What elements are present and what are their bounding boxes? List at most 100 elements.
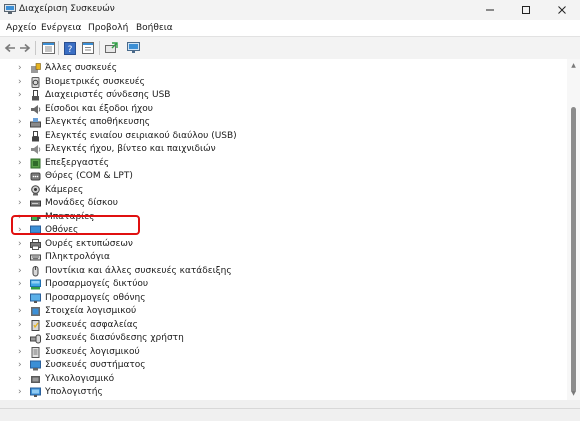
tree-item-label: Πληκτρολόγια (45, 252, 110, 262)
back-button[interactable] (2, 40, 18, 56)
software-component-icon (30, 306, 41, 317)
menu-file[interactable]: Αρχείο (6, 23, 37, 33)
tree-item[interactable]: › Ελεγκτές ενιαίου σειριακού διαύλου (USB… (0, 130, 560, 143)
chevron-right-icon[interactable]: › (18, 76, 26, 89)
scrollbar-thumb[interactable] (571, 107, 576, 393)
monitor-scan-icon (126, 42, 140, 53)
tree-item-label: Υπολογιστής (45, 387, 103, 397)
menu-action[interactable]: Ενέργεια (41, 23, 81, 33)
tree-item-label: Ελεγκτές αποθήκευσης (45, 117, 151, 127)
chevron-right-icon[interactable]: › (18, 197, 26, 210)
tree-item[interactable]: › Συσκευές διασύνδεσης χρήστη (0, 332, 560, 345)
minimize-button[interactable] (472, 0, 508, 20)
chevron-right-icon[interactable]: › (18, 170, 26, 183)
toolbar-separator (35, 41, 36, 55)
maximize-button[interactable] (508, 0, 544, 20)
status-bar (0, 408, 580, 421)
network-adapter-icon (30, 279, 41, 290)
scroll-up-icon[interactable]: ▲ (567, 61, 580, 71)
tree-item[interactable]: › Ελεγκτές αποθήκευσης (0, 116, 560, 129)
other-devices-icon (30, 63, 41, 74)
tree-item[interactable]: › Άλλες συσκευές (0, 62, 560, 75)
tree-item[interactable]: › Μονάδες δίσκου (0, 197, 560, 210)
tree-item[interactable]: › Ποντίκια και άλλες συσκευές κατάδειξης (0, 265, 560, 278)
tree-item[interactable]: › Ελεγκτές ήχου, βίντεο και παιχνιδιών (0, 143, 560, 156)
vertical-scrollbar[interactable]: ▲ ▼ (567, 59, 580, 400)
update-driver-icon (104, 42, 118, 53)
tree-item[interactable]: › Ουρές εκτυπώσεων (0, 238, 560, 251)
menu-view[interactable]: Προβολή (88, 23, 128, 33)
chevron-right-icon[interactable]: › (18, 130, 26, 143)
tree-item[interactable]: › Επεξεργαστές (0, 157, 560, 170)
chevron-right-icon[interactable]: › (18, 143, 26, 156)
tree-item[interactable]: › Συσκευές λογισμικού (0, 346, 560, 359)
tree-item-label: Συσκευές λογισμικού (45, 346, 140, 357)
scan-hardware-button[interactable] (125, 40, 141, 56)
tree-item[interactable]: › Συσκευές συστήματος (0, 359, 560, 372)
help-button[interactable] (80, 40, 96, 56)
chevron-right-icon[interactable]: › (18, 278, 26, 291)
tree-item-label: Συσκευές συστήματος (45, 360, 146, 370)
chevron-right-icon[interactable]: › (18, 332, 26, 345)
chevron-right-icon[interactable]: › (18, 373, 26, 386)
tree-item[interactable]: › Διαχειριστές σύνδεσης USB (0, 89, 560, 102)
keyboard-icon (30, 252, 41, 263)
chevron-right-icon[interactable]: › (18, 346, 26, 359)
tree-item-label: Θύρες (COM & LPT) (45, 171, 133, 181)
usb-controller-icon (30, 130, 41, 142)
menu-help[interactable]: Βοήθεια (136, 23, 173, 33)
forward-button[interactable] (17, 40, 33, 56)
tree-item[interactable]: › Είσοδοι και έξοδοι ήχου (0, 103, 560, 116)
horizontal-scroll-area (0, 400, 580, 408)
tree-item-label: Διαχειριστές σύνδεσης USB (45, 90, 171, 100)
chevron-right-icon[interactable]: › (18, 386, 26, 399)
tree-item-label: Βιομετρικές συσκευές (45, 76, 145, 87)
tree-item-label: Συσκευές διασύνδεσης χρήστη (45, 333, 184, 343)
tree-item[interactable]: › Βιομετρικές συσκευές (0, 76, 560, 89)
chevron-right-icon[interactable]: › (18, 184, 26, 197)
chevron-right-icon[interactable]: › (18, 359, 26, 372)
forward-arrow-icon (20, 43, 31, 53)
mouse-icon (30, 265, 41, 277)
chevron-right-icon[interactable]: › (18, 292, 26, 305)
disk-drive-icon (30, 198, 41, 209)
tree-item[interactable]: › Στοιχεία λογισμικού (0, 305, 560, 318)
display-adapter-icon (30, 293, 41, 304)
hid-icon (30, 333, 41, 344)
tree-item[interactable]: › Κάμερες (0, 184, 560, 197)
chevron-right-icon[interactable]: › (18, 62, 26, 75)
update-driver-button[interactable] (103, 40, 119, 56)
svg-text:?: ? (68, 45, 73, 55)
help-book-icon: ? (64, 41, 76, 55)
chevron-right-icon[interactable]: › (18, 265, 26, 278)
toolbar-separator (58, 41, 59, 55)
tree-item[interactable]: › Υλικολογισμικό (0, 373, 560, 386)
chevron-right-icon[interactable]: › (18, 103, 26, 116)
tree-item-label: Επεξεργαστές (45, 157, 110, 168)
chevron-right-icon[interactable]: › (18, 251, 26, 264)
tree-item[interactable]: › Πληκτρολόγια (0, 251, 560, 264)
tree-item[interactable]: › Προσαρμογείς δικτύου (0, 278, 560, 291)
chevron-right-icon[interactable]: › (18, 238, 26, 251)
close-button[interactable] (544, 0, 580, 20)
tree-item-label: Συσκευές ασφαλείας (45, 319, 138, 330)
chevron-right-icon[interactable]: › (18, 305, 26, 318)
storage-controller-icon (30, 117, 41, 128)
show-hide-console-tree-button[interactable] (40, 40, 56, 56)
chevron-right-icon[interactable]: › (18, 157, 26, 170)
chevron-right-icon[interactable]: › (18, 89, 26, 102)
system-device-icon (30, 360, 41, 371)
tree-item[interactable]: › Προσαρμογείς οθόνης (0, 292, 560, 305)
chevron-right-icon[interactable]: › (18, 116, 26, 129)
tree-item-label: Ουρές εκτυπώσεων (45, 238, 133, 249)
tree-item[interactable]: › Θύρες (COM & LPT) (0, 170, 560, 183)
scroll-down-icon[interactable]: ▼ (567, 389, 580, 399)
highlight-box-network-adapters (11, 215, 140, 235)
properties-button[interactable]: ? (62, 40, 78, 56)
device-manager-icon (4, 4, 16, 14)
tree-item[interactable]: › Συσκευές ασφαλείας (0, 319, 560, 332)
toolbar: ? (0, 36, 580, 60)
title-bar[interactable]: Διαχείριση Συσκευών (0, 0, 580, 20)
tree-item[interactable]: › Υπολογιστής (0, 386, 560, 399)
chevron-right-icon[interactable]: › (18, 319, 26, 332)
